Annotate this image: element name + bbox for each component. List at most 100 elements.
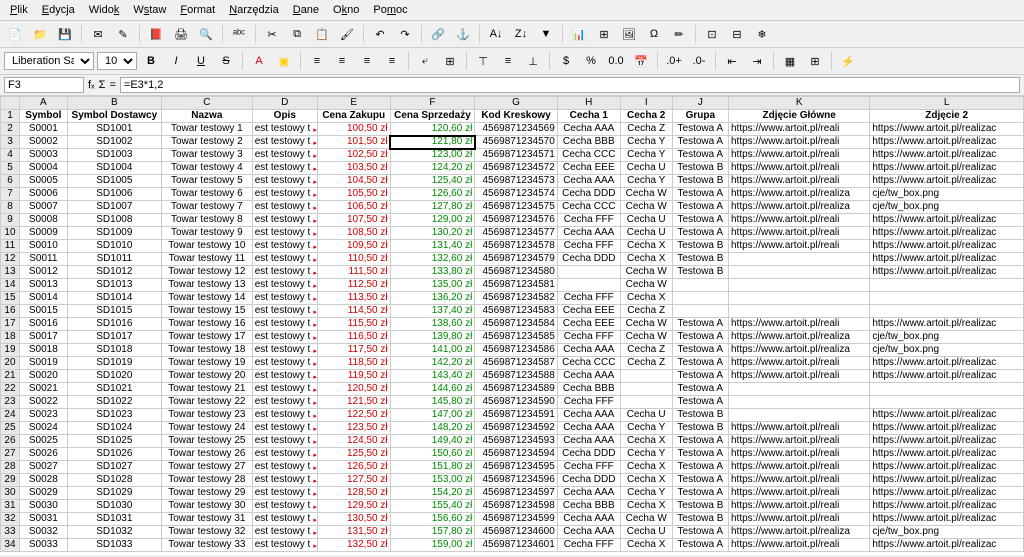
font-name-select[interactable]: Liberation Sans xyxy=(4,52,94,70)
row-header[interactable]: 31 xyxy=(1,500,20,513)
cell[interactable]: Testowa A xyxy=(672,318,728,331)
cell[interactable]: est testowy t xyxy=(252,539,317,552)
cell[interactable]: Testowa A xyxy=(672,396,728,409)
header-cell[interactable]: Cecha 1 xyxy=(557,110,620,123)
cell[interactable]: 131,50 zł xyxy=(317,526,390,539)
cell[interactable]: Cecha AAA xyxy=(557,409,620,422)
cell[interactable]: https://www.artoit.pl/realizac xyxy=(870,149,1024,162)
cell[interactable]: S0003 xyxy=(19,149,67,162)
cell[interactable]: est testowy t xyxy=(252,188,317,201)
cell[interactable]: 126,50 zł xyxy=(317,461,390,474)
cell[interactable] xyxy=(672,305,728,318)
cell[interactable]: Testowa A xyxy=(672,526,728,539)
cell[interactable]: 4569871234584 xyxy=(475,318,557,331)
cell[interactable]: Cecha Z xyxy=(620,123,672,136)
row-header[interactable]: 27 xyxy=(1,448,20,461)
bold-icon[interactable]: B xyxy=(140,50,162,72)
col-header-B[interactable]: B xyxy=(67,97,161,110)
cell[interactable]: 125,50 zł xyxy=(317,448,390,461)
cell[interactable]: Testowa A xyxy=(672,331,728,344)
cell[interactable]: S0018 xyxy=(19,344,67,357)
col-header-H[interactable]: H xyxy=(557,97,620,110)
cell[interactable]: S0004 xyxy=(19,162,67,175)
cell[interactable]: SD1008 xyxy=(67,214,161,227)
anchor-icon[interactable]: ⚓ xyxy=(452,23,474,45)
cell[interactable]: 4569871234598 xyxy=(475,500,557,513)
align-right-icon[interactable]: ≡ xyxy=(356,50,378,72)
cell[interactable]: Cecha AAA xyxy=(557,513,620,526)
cell[interactable]: Towar testowy 1 xyxy=(161,123,252,136)
cell[interactable]: 141,00 zł xyxy=(390,344,475,357)
cond-format-icon[interactable]: ⚡ xyxy=(837,50,859,72)
cell[interactable] xyxy=(870,396,1024,409)
cell[interactable]: SD1007 xyxy=(67,201,161,214)
row-header[interactable]: 32 xyxy=(1,513,20,526)
col-header-L[interactable]: L xyxy=(870,97,1024,110)
cell[interactable] xyxy=(870,292,1024,305)
cell[interactable]: est testowy t xyxy=(252,227,317,240)
cell[interactable]: 4569871234570 xyxy=(475,136,557,149)
cell[interactable]: Cecha DDD xyxy=(557,188,620,201)
cell[interactable]: Towar testowy 21 xyxy=(161,383,252,396)
cell[interactable]: Cecha FFF xyxy=(557,240,620,253)
menu-narzędzia[interactable]: Narzędzia xyxy=(223,2,285,18)
cell[interactable]: Testowa A xyxy=(672,435,728,448)
cell[interactable]: Towar testowy 25 xyxy=(161,435,252,448)
cell[interactable]: Towar testowy 6 xyxy=(161,188,252,201)
cell[interactable]: SD1019 xyxy=(67,357,161,370)
spellcheck-icon[interactable]: ᵃᵇᶜ xyxy=(228,23,250,45)
cell[interactable]: Cecha X xyxy=(620,500,672,513)
cell[interactable] xyxy=(729,266,870,279)
cell[interactable]: https://www.artoit.pl/realizac xyxy=(870,461,1024,474)
cell[interactable]: 137,40 zł xyxy=(390,305,475,318)
cell[interactable]: https://www.artoit.pl/realizac xyxy=(870,162,1024,175)
cell[interactable]: S0016 xyxy=(19,318,67,331)
cell[interactable]: 4569871234585 xyxy=(475,331,557,344)
cell[interactable]: 155,40 zł xyxy=(390,500,475,513)
valign-mid-icon[interactable]: ≡ xyxy=(497,50,519,72)
cell[interactable]: Cecha W xyxy=(620,279,672,292)
cell[interactable]: Cecha FFF xyxy=(557,539,620,552)
cell[interactable]: SD1013 xyxy=(67,279,161,292)
cell[interactable]: SD1011 xyxy=(67,253,161,266)
cell[interactable]: Cecha W xyxy=(620,513,672,526)
cell[interactable]: 116,50 zł xyxy=(317,331,390,344)
cell[interactable]: SD1021 xyxy=(67,383,161,396)
cell[interactable]: S0014 xyxy=(19,292,67,305)
cell[interactable]: SD1018 xyxy=(67,344,161,357)
row-header[interactable]: 2 xyxy=(1,123,20,136)
cell[interactable]: Cecha W xyxy=(620,266,672,279)
cell[interactable] xyxy=(870,383,1024,396)
open-icon[interactable]: 📁 xyxy=(29,23,51,45)
cell[interactable]: https://www.artoit.pl/realizac xyxy=(870,123,1024,136)
cell[interactable]: S0019 xyxy=(19,357,67,370)
cell[interactable]: 106,50 zł xyxy=(317,201,390,214)
cell[interactable]: Testowa B xyxy=(672,409,728,422)
cell[interactable]: 112,50 zł xyxy=(317,279,390,292)
cell[interactable] xyxy=(729,305,870,318)
cell[interactable]: Towar testowy 31 xyxy=(161,513,252,526)
cell[interactable]: Towar testowy 16 xyxy=(161,318,252,331)
cell[interactable]: Cecha Z xyxy=(620,357,672,370)
cell[interactable]: Cecha X xyxy=(620,292,672,305)
image-icon[interactable]: 🖼 xyxy=(618,23,640,45)
cell[interactable]: 131,40 zł xyxy=(390,240,475,253)
row-header[interactable]: 21 xyxy=(1,370,20,383)
cell[interactable]: 4569871234596 xyxy=(475,474,557,487)
cell[interactable]: S0012 xyxy=(19,266,67,279)
row-header[interactable]: 19 xyxy=(1,344,20,357)
cell[interactable]: 111,50 zł xyxy=(317,266,390,279)
cell[interactable]: Cecha CCC xyxy=(557,149,620,162)
cell[interactable]: https://www.artoit.pl/realiza xyxy=(729,526,870,539)
cell[interactable]: 132,50 zł xyxy=(317,539,390,552)
cell[interactable]: Towar testowy 15 xyxy=(161,305,252,318)
cell[interactable]: 138,60 zł xyxy=(390,318,475,331)
cell[interactable]: 142,20 zł xyxy=(390,357,475,370)
cell[interactable]: Cecha U xyxy=(620,162,672,175)
header-cell[interactable]: Grupa xyxy=(672,110,728,123)
row-header[interactable]: 5 xyxy=(1,162,20,175)
cell[interactable]: S0029 xyxy=(19,487,67,500)
cell[interactable]: Cecha FFF xyxy=(557,461,620,474)
cell[interactable]: 130,50 zł xyxy=(317,513,390,526)
cell[interactable]: Cecha U xyxy=(620,526,672,539)
